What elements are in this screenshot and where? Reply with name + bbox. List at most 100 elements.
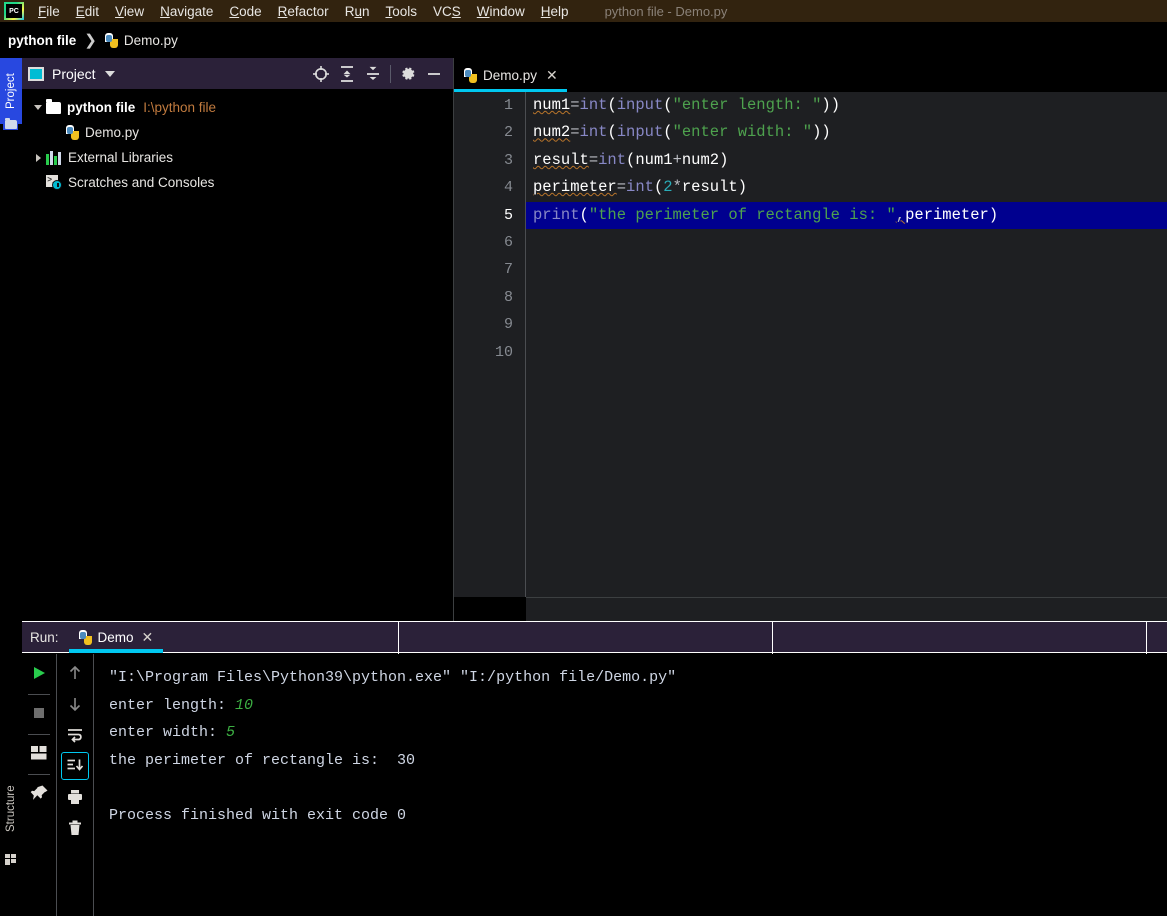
tree-item-scratches[interactable]: >_ Scratches and Consoles: [22, 170, 453, 195]
python-file-icon: [104, 32, 119, 48]
pin-icon[interactable]: [25, 779, 53, 807]
project-folder-icon: [3, 117, 18, 130]
print-icon[interactable]: [61, 783, 89, 811]
expand-all-icon[interactable]: [334, 61, 360, 87]
run-header-divider: [772, 622, 773, 654]
line-number: 4: [503, 179, 513, 197]
line-number-current: 5: [503, 206, 513, 224]
twisty-down-icon[interactable]: [30, 100, 46, 116]
tree-item-label: External Libraries: [68, 150, 174, 165]
scroll-to-end-icon[interactable]: [61, 752, 89, 780]
editor-tab-bar: Demo.py ✕: [454, 58, 1167, 92]
run-tab-demo[interactable]: Demo ✕: [68, 621, 164, 653]
project-panel: Project python file I:\python file Demo.…: [22, 58, 454, 621]
twisty-right-icon[interactable]: [30, 150, 46, 166]
menu-code[interactable]: Code: [221, 2, 269, 21]
stop-icon[interactable]: [25, 699, 53, 727]
tree-item-path: I:\python file: [143, 100, 217, 115]
menu-navigate[interactable]: Navigate: [152, 2, 221, 21]
line-number: 3: [503, 151, 513, 169]
run-panel-body: "I:\Program Files\Python39\python.exe" "…: [22, 654, 1167, 916]
editor-tab-label: Demo.py: [483, 67, 538, 83]
console-line-exit: Process finished with exit code 0: [109, 806, 407, 824]
menu-window[interactable]: Window: [469, 2, 533, 21]
run-header-divider: [1146, 622, 1147, 654]
pycharm-logo-text: PC: [6, 4, 22, 18]
code-line-1: num1=int(input("enter length: ")): [533, 96, 841, 114]
menu-tools[interactable]: Tools: [377, 2, 425, 21]
collapse-all-icon[interactable]: [360, 61, 386, 87]
toolbar-divider: [390, 64, 391, 83]
run-panel: Run: Demo ✕ "I:\Program Files\Python39\p…: [22, 621, 1167, 916]
close-icon[interactable]: ✕: [142, 630, 154, 644]
line-number: 2: [503, 124, 513, 142]
rerun-icon[interactable]: [25, 659, 53, 687]
menu-vcs[interactable]: VCS: [425, 2, 469, 21]
console-output[interactable]: "I:\Program Files\Python39\python.exe" "…: [94, 654, 1167, 916]
project-tree: python file I:\python file Demo.py Exter…: [22, 90, 453, 195]
soft-wrap-icon[interactable]: [61, 721, 89, 749]
line-number: 8: [503, 288, 513, 306]
line-number-gutter: 1 2 3 4 5 6 7 8 9 10: [454, 92, 526, 597]
tree-item-python-file[interactable]: python file I:\python file: [22, 95, 453, 120]
run-label: Run:: [30, 629, 59, 645]
line-number: 10: [494, 343, 513, 361]
tree-item-demo-py[interactable]: Demo.py: [22, 120, 453, 145]
tool-tab-structure[interactable]: Structure: [0, 770, 22, 848]
arrow-up-icon[interactable]: [61, 659, 89, 687]
code-line-4: perimeter=int(2*result): [533, 178, 747, 197]
line-number: 7: [503, 261, 513, 279]
prompt-text: enter length:: [109, 696, 236, 714]
window-icon: [28, 66, 44, 81]
menu-view[interactable]: View: [107, 2, 152, 21]
run-toolbar-left: [22, 654, 57, 916]
console-line-prompt-length: enter length: 10: [109, 692, 1167, 720]
folder-icon: [46, 98, 61, 114]
code-area[interactable]: 1 2 3 4 5 6 7 8 9 10 num1=int(input("ent…: [454, 92, 1167, 597]
breadcrumb-file[interactable]: Demo.py: [124, 33, 178, 48]
run-tab-label: Demo: [97, 629, 134, 645]
menu-run[interactable]: Run: [337, 2, 378, 21]
library-icon: [46, 150, 62, 165]
editor-bottom-strip: [454, 597, 1167, 621]
close-icon[interactable]: ✕: [546, 68, 558, 82]
user-input-value: 5: [226, 724, 236, 741]
tree-item-external-libraries[interactable]: External Libraries: [22, 145, 453, 170]
tree-item-label: Demo.py: [85, 125, 140, 140]
console-line-prompt-width: enter width: 5: [109, 719, 1167, 747]
editor-area: Demo.py ✕ 1 2 3 4 5 6 7 8 9 10 num1=int(…: [454, 58, 1167, 621]
arrow-down-icon[interactable]: [61, 690, 89, 718]
structure-icon: [5, 854, 17, 865]
breadcrumb-separator: ❯: [84, 32, 97, 49]
user-input-value: 10: [235, 696, 254, 714]
editor-tab-demo-py[interactable]: Demo.py ✕: [454, 58, 567, 92]
menu-refactor[interactable]: Refactor: [270, 2, 337, 21]
code-text[interactable]: num1=int(input("enter length: ")) num2=i…: [526, 92, 1167, 597]
python-file-icon: [464, 67, 478, 83]
locate-icon[interactable]: [308, 61, 334, 87]
gear-icon[interactable]: [395, 61, 421, 87]
run-toolbar-right: [57, 654, 94, 916]
menu-bar: PC File Edit View Navigate Code Refactor…: [0, 0, 1167, 22]
chevron-down-icon[interactable]: [104, 70, 115, 77]
breadcrumb-project[interactable]: python file: [8, 33, 76, 48]
code-line-5: print("the perimeter of rectangle is: ",…: [533, 205, 999, 224]
editor-bottom-left-strip: [454, 597, 526, 621]
menu-help[interactable]: Help: [533, 2, 577, 21]
layout-icon[interactable]: [25, 739, 53, 767]
minimize-icon[interactable]: [421, 61, 447, 87]
project-panel-header: Project: [22, 58, 453, 90]
line-number: 1: [503, 97, 513, 114]
code-line-2: num2=int(input("enter width: ")): [533, 123, 831, 142]
menu-edit[interactable]: Edit: [68, 2, 107, 21]
trash-icon[interactable]: [61, 814, 89, 842]
menu-file[interactable]: File: [30, 2, 68, 21]
tool-tab-project[interactable]: Project: [0, 58, 22, 124]
code-line-3: result=int(num1+num2): [533, 150, 729, 169]
tree-item-label: Scratches and Consoles: [68, 175, 215, 190]
